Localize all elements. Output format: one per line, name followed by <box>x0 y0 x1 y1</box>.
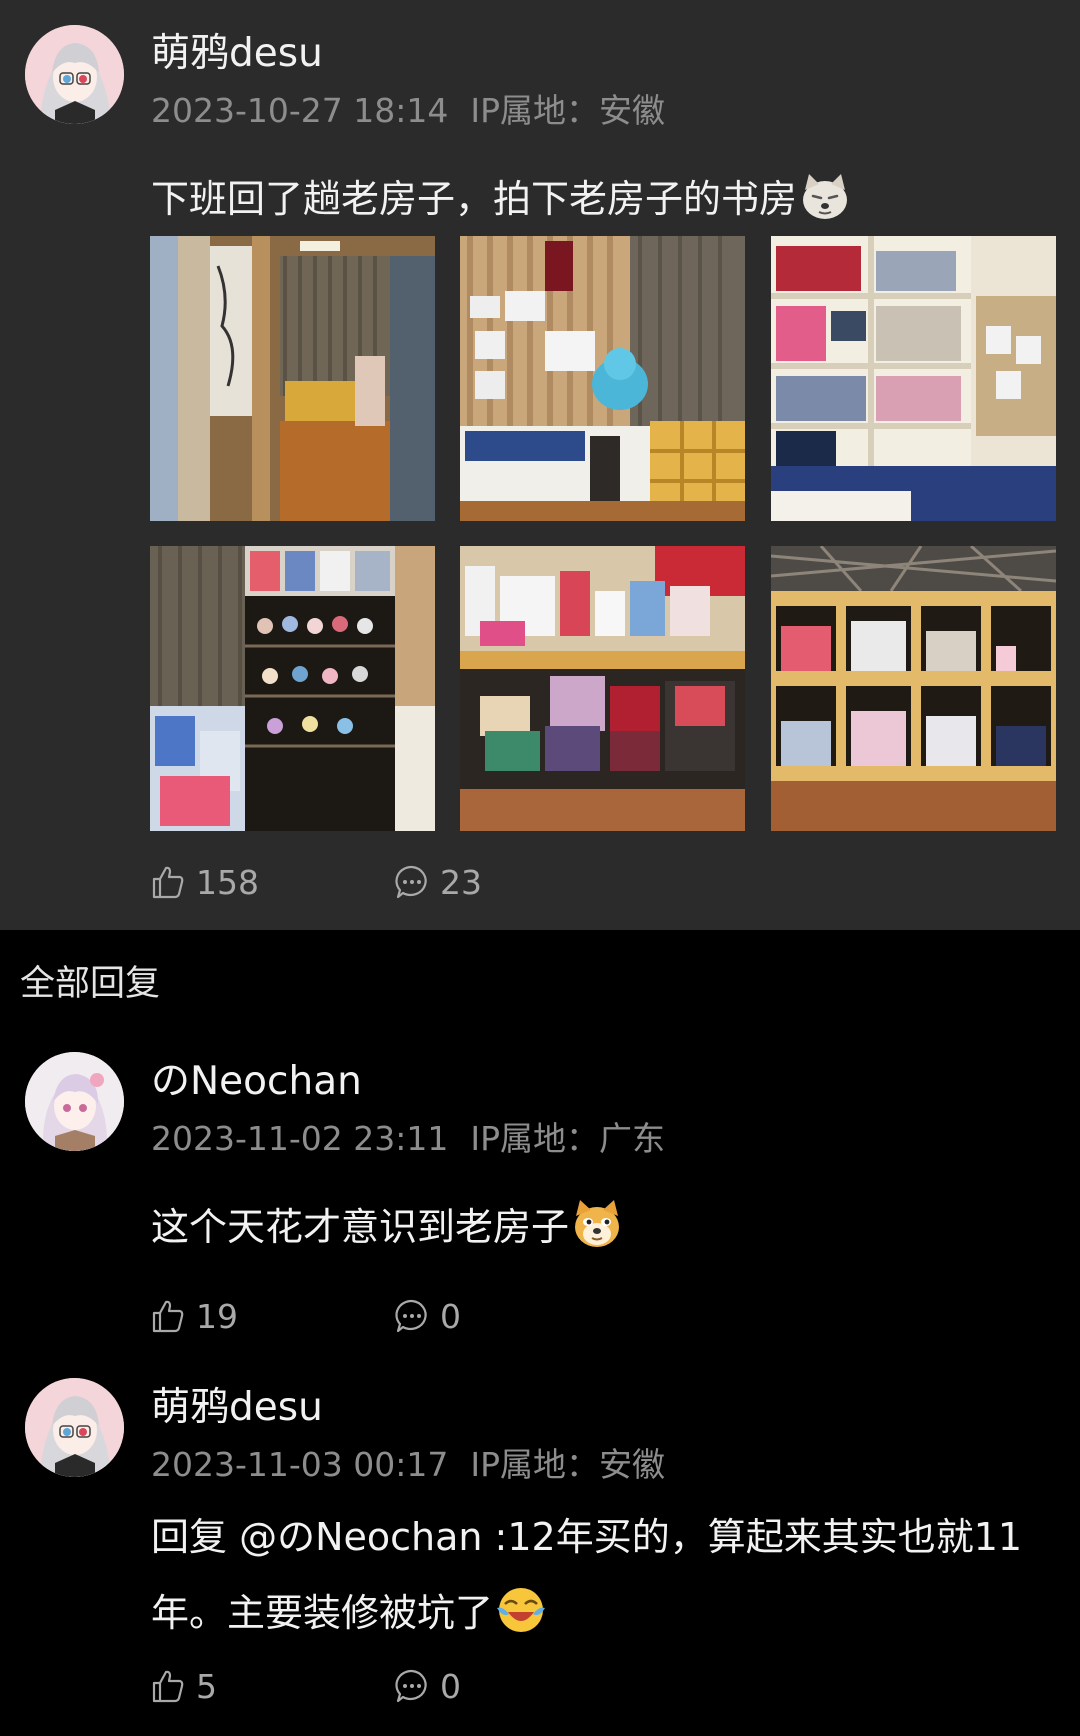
post-time: 2023-10-27 18:14 <box>151 91 449 130</box>
post-comment-button[interactable]: 23 <box>394 862 482 902</box>
comment-bubble-icon <box>395 865 427 899</box>
reply-comment-count: 0 <box>440 1666 461 1706</box>
author-name[interactable]: 萌鸦desu <box>151 22 323 78</box>
post-like-count: 158 <box>196 862 259 902</box>
doge-emoji-icon <box>571 1198 623 1250</box>
reply-author-name[interactable]: のNeochan <box>151 1050 362 1106</box>
reply-time: 2023-11-03 00:17 <box>151 1445 449 1484</box>
all-replies-header: 全部回复 <box>20 964 161 1004</box>
reply-author-avatar[interactable] <box>25 1052 124 1151</box>
reply-item: のNeochan 2023-11-02 23:11 IP属地：广东 这个天花才意识… <box>0 1040 1080 1340</box>
original-post: 萌鸦desu 2023-10-27 18:14 IP属地：安徽 下班回了趟老房子，… <box>0 0 1080 930</box>
thumbs-up-icon <box>152 866 184 899</box>
reply-comment-button[interactable]: 0 <box>394 1296 461 1336</box>
post-image-cabinet[interactable] <box>150 546 435 831</box>
reply-like-button[interactable]: 19 <box>150 1296 238 1336</box>
reply-like-button[interactable]: 5 <box>150 1666 217 1706</box>
post-image-bookshelf[interactable] <box>771 546 1056 831</box>
reply-text-line2: 年。主要装修被坑了 <box>151 1582 547 1637</box>
reply-text-content: 年。主要装修被坑了 <box>151 1591 494 1635</box>
post-image-hallway[interactable] <box>150 236 435 521</box>
reply-meta: 2023-11-02 23:11 IP属地：广东 <box>151 1112 665 1160</box>
reply-text: 这个天花才意识到老房子 <box>151 1196 623 1251</box>
comment-bubble-icon <box>395 1299 427 1333</box>
post-text: 下班回了趟老房子，拍下老房子的书房 <box>151 168 851 223</box>
reply-time: 2023-11-02 23:11 <box>151 1119 449 1158</box>
author-avatar[interactable] <box>25 25 124 124</box>
comment-bubble-icon <box>395 1669 427 1703</box>
reply-item: 萌鸦desu 2023-11-03 00:17 IP属地：安徽 回复 @のNeoc… <box>0 1366 1080 1736</box>
post-ip-location: IP属地：安徽 <box>470 91 666 130</box>
post-image-shelf[interactable] <box>771 236 1056 521</box>
post-meta: 2023-10-27 18:14 IP属地：安徽 <box>151 84 665 132</box>
reply-author-avatar[interactable] <box>25 1378 124 1477</box>
reply-author-name[interactable]: 萌鸦desu <box>151 1376 323 1432</box>
thumbs-up-icon <box>152 1670 184 1703</box>
post-text-content: 下班回了趟老房子，拍下老房子的书房 <box>151 177 798 221</box>
reply-text-line1: 回复 @のNeochan :12年买的，算起来其实也就11 <box>151 1515 1023 1559</box>
reply-ip-location: IP属地：广东 <box>470 1119 666 1158</box>
reply-actions: 5 0 <box>150 1666 850 1706</box>
post-image-desk-boxes[interactable] <box>460 546 745 831</box>
post-comment-count: 23 <box>440 862 482 902</box>
post-image-grid <box>150 236 1056 831</box>
reply-like-count: 19 <box>196 1296 238 1336</box>
post-like-button[interactable]: 158 <box>150 862 259 902</box>
dog-face-emoji-icon <box>799 170 851 222</box>
reply-comment-count: 0 <box>440 1296 461 1336</box>
reply-text-content: 这个天花才意识到老房子 <box>151 1205 570 1249</box>
reply-ip-location: IP属地：安徽 <box>470 1445 666 1484</box>
laughing-tears-emoji-icon <box>495 1584 547 1636</box>
reply-comment-button[interactable]: 0 <box>394 1666 461 1706</box>
reply-meta: 2023-11-03 00:17 IP属地：安徽 <box>151 1438 665 1486</box>
post-image-desk[interactable] <box>460 236 745 521</box>
reply-actions: 19 0 <box>150 1296 850 1336</box>
thumbs-up-icon <box>152 1300 184 1333</box>
post-actions: 158 23 <box>150 862 850 902</box>
reply-like-count: 5 <box>196 1666 217 1706</box>
